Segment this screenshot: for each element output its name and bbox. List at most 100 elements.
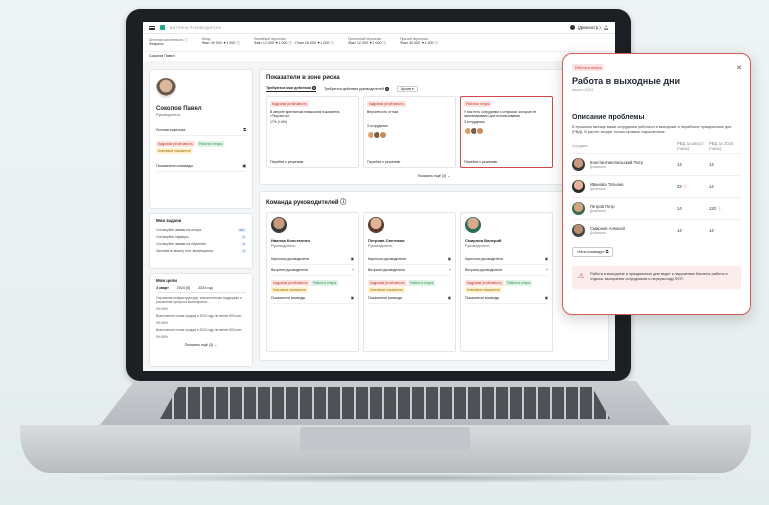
people-avatars xyxy=(464,127,549,135)
team-metrics-link[interactable]: Показатели команды ▣ xyxy=(368,293,451,304)
team-metrics-link[interactable]: Показатели команды ▣ xyxy=(465,293,548,304)
table-row[interactable]: Иванова Татьяна Должность 32 ⓘ 14 xyxy=(572,175,741,197)
task-badge: 2 xyxy=(241,234,246,239)
employee-photo xyxy=(572,202,585,216)
goal-progress: 0% 50% xyxy=(156,307,168,311)
laptop-base xyxy=(20,381,751,491)
tab-my-actions[interactable]: Требуются мои действия 3 xyxy=(266,86,316,92)
table-row[interactable]: Смирнов Алексей Должность 14 14 xyxy=(572,219,741,241)
team-section: Команда руководителей ⓘ Иванов Константи… xyxy=(259,191,609,361)
bell-icon[interactable]: 🔔︎ xyxy=(604,25,609,31)
tag-chip: Ключевые показатели xyxy=(465,287,502,293)
team-title: Команда руководителей ⓘ xyxy=(266,200,347,206)
external-link-icon: ⧉ xyxy=(243,128,246,132)
risk-text: У вас есть сотрудники с отпуском, которы… xyxy=(464,110,537,118)
tag-chip: Работа в отпуск xyxy=(504,280,533,286)
year-hours: 14 xyxy=(709,228,714,234)
table-header: Сотрудник РВД за август (часы) РВД за 202… xyxy=(572,141,741,153)
goals-show-more[interactable]: Показать ещё (3) ⌄ xyxy=(156,343,246,347)
goal-item[interactable]: Выполнение плана продаж в 2023 году не м… xyxy=(156,314,246,318)
stat-value: Факт 12 000 ▼1 000 ⓘ · План 16 000 ▼1 00… xyxy=(253,41,334,45)
my-team-button[interactable]: «Моя команда» ⧉ xyxy=(572,247,614,258)
tag-chip: Ключевые показатели xyxy=(271,287,308,293)
menu-icon[interactable] xyxy=(149,25,155,30)
stats-bar: Штатная численность ⓘ Февраль Фонд: Факт 4… xyxy=(143,34,615,52)
goal-item[interactable]: Выполнение плана продаж в 2023 году не м… xyxy=(156,328,246,332)
tag-chip[interactable]: Кадровая устойчивость xyxy=(156,141,195,147)
risk-card: Кадровая устойчивость Вероятность оттока… xyxy=(363,96,456,168)
people-avatars xyxy=(367,131,452,139)
risk-tabs: Требуются мои действия 3 Требуются действ… xyxy=(266,86,602,92)
employee-role: Должность xyxy=(590,165,607,170)
goal-progress: 0% 50% xyxy=(156,321,168,325)
manager-showcase-link[interactable]: Витрина руководителя + xyxy=(465,265,548,276)
manager-card-link[interactable]: Карточка руководителя ▣ xyxy=(271,254,354,265)
goal-item[interactable]: Улучшение инфраструктуры, аналитическая … xyxy=(156,296,246,304)
go-to-solution-link[interactable]: Перейти к решению xyxy=(367,160,400,164)
risk-tag: Кадровая устойчивость xyxy=(270,101,309,107)
member-role: Руководитель xyxy=(368,244,393,248)
risk-text: Вероятность оттока xyxy=(367,110,399,114)
tag-chip: Работа в отпуск xyxy=(407,280,436,286)
stat-value: Факт 40 000 ▼1 000 ⓘ xyxy=(400,41,439,45)
go-to-solution-link[interactable]: Перейти к решению xyxy=(270,160,303,164)
month-hours: 14 xyxy=(677,162,682,168)
manager-showcase-link[interactable]: Витрина руководителя + xyxy=(368,265,451,276)
close-icon[interactable]: ✕ xyxy=(736,64,742,72)
goals-tab[interactable]: 2024 (6) xyxy=(177,286,190,290)
manager-card-link[interactable]: Карточка руководителя ▣ xyxy=(465,254,548,265)
tag-chip: Кадровая устойчивость xyxy=(465,280,504,286)
employee-photo xyxy=(572,224,585,238)
risk-section: Показатели в зоне риска Требуются мои де… xyxy=(259,69,609,185)
touchpad xyxy=(300,427,470,451)
task-label: Согласуйте заявки на отпуск xyxy=(156,227,202,232)
task-item[interactable]: Согласуйте офферы 2 xyxy=(156,233,246,240)
table-row[interactable]: Петров Петр Должность 14 120 ⓘ xyxy=(572,197,741,219)
warning-icon: ⓘ xyxy=(682,183,688,189)
employees-table: Сотрудник РВД за август (часы) РВД за 202… xyxy=(572,141,741,241)
task-item[interactable]: Согласуйте заявки на отпуск 99+ xyxy=(156,226,246,233)
popup-period: Август 2024 xyxy=(572,88,593,92)
year-hours: 14 xyxy=(709,184,714,190)
month-hours: 32 xyxy=(677,183,682,189)
go-to-solution-link[interactable]: Перейти к решению xyxy=(464,160,497,164)
table-row[interactable]: Константинопольский Петр Должность 14 14 xyxy=(572,153,741,175)
team-member-card: Смирнов Валерий Руководитель Карточка ру… xyxy=(460,212,553,352)
team-metrics-link[interactable]: Показатели команды ▣ xyxy=(156,160,246,172)
risk-card-highlighted: Работа в отпуск У вас есть сотрудники с … xyxy=(460,96,553,168)
profile-card: Соколов Павел Руководитель Личная карточ… xyxy=(149,69,253,209)
tag-chip[interactable]: Работа в отпуск xyxy=(196,141,225,147)
manager-card-link[interactable]: Карточка руководителя ▣ xyxy=(368,254,451,265)
risk-card: Кадровая устойчивость В августе критичес… xyxy=(266,96,359,168)
stat-value: Факт 40 000 ▼1 000 ⓘ xyxy=(201,41,240,45)
task-item[interactable]: Заполните анкету тест-мониторинга 3 xyxy=(156,247,246,254)
app-logo xyxy=(160,25,165,30)
personal-card-link[interactable]: Личная карточка ⧉ xyxy=(156,125,246,136)
goals-tab[interactable]: 3 кварт xyxy=(156,286,169,290)
team-metrics-link[interactable]: Показатели команды ▣ xyxy=(271,293,354,304)
archive-select[interactable]: Архив ▾ xyxy=(396,86,418,92)
tab-manager-actions[interactable]: Требуются действия руководителей 3 xyxy=(324,87,389,91)
team-metrics-label: Показатели команды xyxy=(156,163,194,168)
personal-card-label: Личная карточка xyxy=(156,128,186,132)
profile-tags: Кадровая устойчивость Работа в отпуск Кл… xyxy=(156,140,246,154)
employee-role: Должность xyxy=(590,231,607,236)
task-item[interactable]: Согласуйте заявки на обучение 2 xyxy=(156,240,246,247)
manager-showcase-link[interactable]: Витрина руководителя + xyxy=(271,265,354,276)
member-photo xyxy=(271,217,287,233)
risk-show-more[interactable]: Показать ещё (3) ⌄ xyxy=(266,174,602,178)
goals-tabs: 3 кварт 2024 (6) 2024 год xyxy=(156,286,246,293)
task-label: Согласуйте офферы xyxy=(156,234,189,239)
main-column: Показатели в зоне риска Требуются мои де… xyxy=(259,69,609,361)
tag-chip[interactable]: Ключевые показатели xyxy=(156,148,193,154)
team-member-card: Иванов Константин Руководитель Карточка … xyxy=(266,212,359,352)
member-name: Смирнов Валерий xyxy=(465,238,502,243)
user-avatar[interactable] xyxy=(569,25,575,30)
tag-chip: Кадровая устойчивость xyxy=(271,280,310,286)
employee-role: Должность xyxy=(590,209,607,214)
stat-item: Проектный персонал: Факт 12 000 ▼1 000 ⓘ xyxy=(348,37,386,48)
goals-title: Мои цели xyxy=(156,278,177,283)
tag-chip: Ключевые показатели xyxy=(368,287,405,293)
goals-tab[interactable]: 2024 год xyxy=(198,286,212,290)
team-member-card: Петрова Светлана Руководитель Карточка р… xyxy=(363,212,456,352)
